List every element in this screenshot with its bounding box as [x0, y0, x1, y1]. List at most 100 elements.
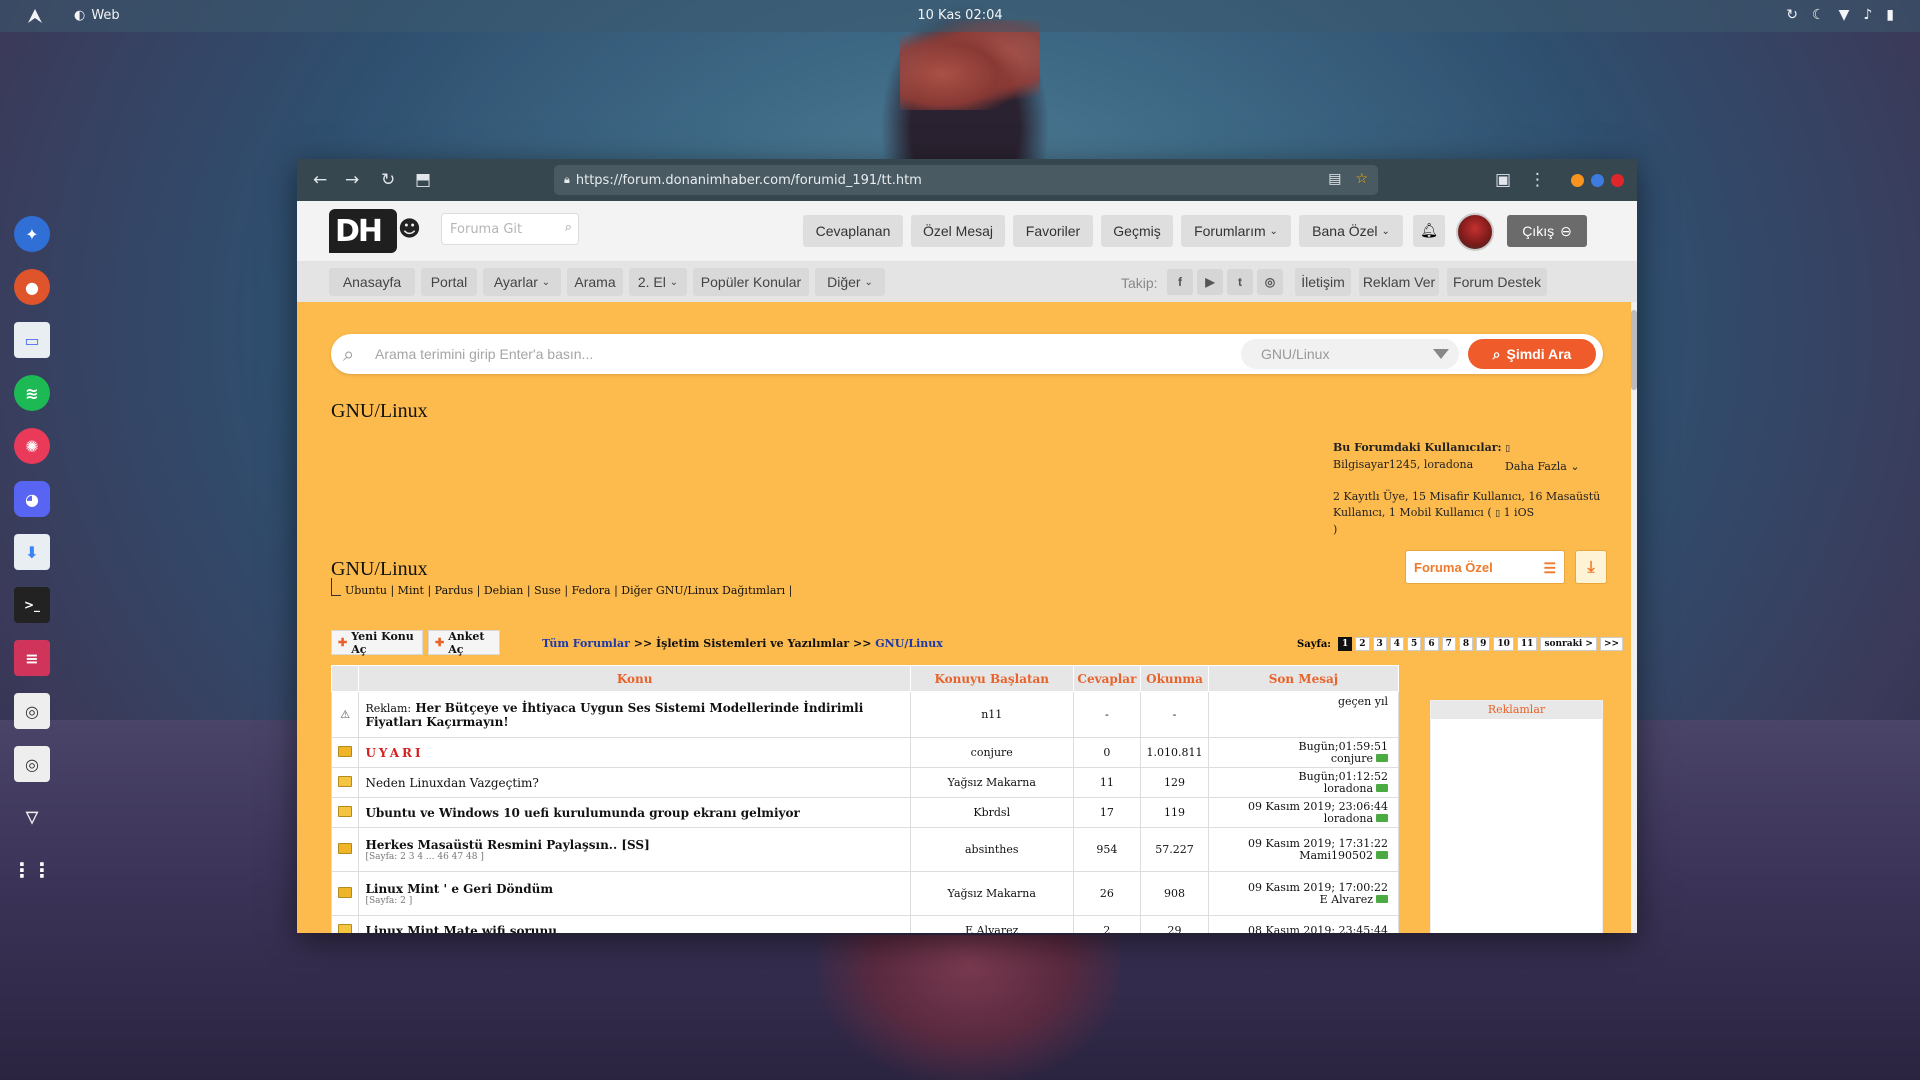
subnav-ikinci-el[interactable]: 2. El ⌄ — [629, 268, 687, 296]
page-link[interactable]: 8 — [1458, 637, 1474, 651]
go-to-post-icon[interactable] — [1376, 753, 1388, 762]
discord-icon[interactable]: ◕ — [14, 481, 50, 517]
reload-icon[interactable]: ↻ — [381, 170, 395, 190]
search-now-button[interactable]: ⌕ Şimdi Ara — [1468, 339, 1596, 369]
subnav-ayarlar[interactable]: Ayarlar ⌄ — [483, 268, 561, 296]
nav-gecmis[interactable]: Geçmiş — [1101, 215, 1173, 247]
main-search-input[interactable]: Arama terimini girip Enter'a basın... — [375, 346, 593, 362]
topic-author[interactable]: E Alvarez — [909, 915, 1074, 933]
forum-special-dropdown[interactable]: Foruma Özel ☰ — [1405, 550, 1565, 584]
topic-author[interactable]: Yağsız Makarna — [909, 767, 1074, 798]
facebook-icon[interactable]: f — [1167, 269, 1193, 295]
logout-button[interactable]: Çıkış ⊖ — [1507, 215, 1587, 247]
crumb-current[interactable]: GNU/Linux — [875, 637, 943, 650]
subnav-reklam-ver[interactable]: Reklam Ver — [1359, 268, 1439, 296]
screenshot-icon[interactable]: ⬒ — [415, 170, 431, 190]
twitter-icon[interactable]: t — [1227, 269, 1253, 295]
last-post-user[interactable]: Mami190502 — [1299, 849, 1373, 862]
subnav-populer-konular[interactable]: Popüler Konular — [693, 268, 809, 296]
subnav-arama[interactable]: Arama — [567, 268, 623, 296]
new-poll-button[interactable]: ✚ Anket Aç — [428, 630, 500, 656]
topic-pages[interactable]: [Sayfa: 2 3 4 ... 46 47 48 ] — [365, 852, 903, 862]
topic-title[interactable]: Linux Mint ' e Geri Döndüm — [365, 882, 553, 896]
volume-icon[interactable]: ♪ — [1863, 7, 1872, 23]
system-tray[interactable]: ↻ ☾ ▼ ♪ ▮ — [1786, 7, 1894, 23]
topic-title[interactable]: Ubuntu ve Windows 10 uefi kurulumunda gr… — [358, 797, 911, 828]
crumb-os-software[interactable]: İşletim Sistemleri ve Yazılımlar — [656, 637, 849, 650]
last-post-user[interactable]: conjure — [1331, 752, 1373, 765]
page-link[interactable]: 2 — [1355, 637, 1370, 651]
desktop-icon[interactable]: ▭ — [14, 322, 50, 358]
header-cevaplar[interactable]: Cevaplar — [1072, 665, 1142, 692]
page-link[interactable]: 5 — [1407, 637, 1422, 651]
page-link[interactable]: 6 — [1424, 637, 1439, 651]
youtube-icon[interactable]: ▶ — [1197, 269, 1223, 295]
page-link[interactable]: 11 — [1516, 637, 1538, 651]
nav-favoriler[interactable]: Favoriler — [1013, 215, 1093, 247]
topic-title[interactable]: UYARI — [358, 737, 911, 768]
dh-logo[interactable]: DH — [329, 209, 397, 253]
forward-icon[interactable]: → — [345, 170, 359, 190]
back-icon[interactable]: ← — [313, 170, 327, 190]
subforum-links[interactable]: Ubuntu | Mint | Pardus | Debian | Suse |… — [331, 578, 792, 597]
url-bar[interactable]: 🔒︎ https://forum.donanimhaber.com/forumi… — [554, 165, 1378, 195]
last-page-link[interactable]: >> — [1599, 637, 1624, 651]
camera-icon-2[interactable]: ◎ — [14, 746, 50, 782]
topic-author[interactable]: n11 — [909, 691, 1074, 738]
terminal-icon[interactable]: >_ — [14, 587, 50, 623]
subnav-iletisim[interactable]: İletişim — [1295, 268, 1351, 296]
search-scope-select[interactable]: GNU/Linux — [1241, 339, 1459, 369]
last-post-user[interactable]: E Alvarez — [1320, 893, 1373, 906]
software-center-icon[interactable]: ⬇ — [14, 534, 50, 570]
maximize-button[interactable] — [1591, 174, 1604, 187]
notes-icon[interactable]: ≡ — [14, 640, 50, 676]
last-post-user[interactable]: loradona — [1324, 812, 1373, 825]
pinwheel-icon[interactable]: ✺ — [14, 428, 50, 464]
page-link[interactable]: 3 — [1372, 637, 1387, 651]
new-topic-button[interactable]: ✚ Yeni Konu Aç — [331, 630, 423, 656]
more-users-link[interactable]: Daha Fazla ⌄ — [1505, 460, 1580, 473]
avatar[interactable] — [1456, 213, 1494, 251]
scrollbar-thumb[interactable] — [1631, 310, 1637, 390]
go-to-post-icon[interactable] — [1376, 783, 1388, 792]
instagram-icon[interactable]: ◎ — [1257, 269, 1283, 295]
page-scrollbar[interactable] — [1631, 302, 1637, 933]
menu-icon[interactable]: ⋮ — [1529, 170, 1546, 190]
nav-cevaplanan[interactable]: Cevaplanan — [803, 215, 903, 247]
spotify-icon[interactable]: ≋ — [14, 375, 50, 411]
crumb-all-forums[interactable]: Tüm Forumlar — [542, 637, 630, 650]
night-light-icon[interactable]: ☾ — [1812, 7, 1825, 23]
page-link[interactable]: 1 — [1337, 637, 1353, 651]
subnav-portal[interactable]: Portal — [421, 268, 477, 296]
nav-forumlarim[interactable]: Forumlarım ⌄ — [1181, 215, 1291, 247]
page-link[interactable]: 10 — [1493, 637, 1514, 651]
page-link[interactable]: 7 — [1441, 637, 1456, 651]
topic-author[interactable]: Yağsız Makarna — [909, 871, 1074, 916]
forum-go-input[interactable]: Foruma Git ⌕ — [441, 213, 579, 245]
header-konu[interactable]: Konu — [358, 665, 911, 692]
topic-title[interactable]: Linux Mint Mate wifi sorunu — [358, 915, 911, 933]
camera-icon[interactable]: ◎ — [14, 693, 50, 729]
bell-icon[interactable]: 🔔︎ — [1413, 215, 1445, 247]
go-to-post-icon[interactable] — [1376, 850, 1388, 859]
page-link[interactable]: 4 — [1389, 637, 1405, 651]
trash-icon[interactable]: ▿ — [14, 799, 50, 835]
wifi-icon[interactable]: ▼ — [1839, 7, 1850, 23]
clock[interactable]: 10 Kas 02:04 — [0, 8, 1920, 23]
last-post-user[interactable]: loradona — [1324, 782, 1373, 795]
go-to-post-icon[interactable] — [1376, 813, 1388, 822]
search-icon[interactable]: ⌕ — [565, 220, 572, 235]
topic-title[interactable]: Her Bütçeye ve İhtiyaca Uygun Ses Sistem… — [365, 701, 863, 729]
nav-bana-ozel[interactable]: Bana Özel ⌄ — [1299, 215, 1403, 247]
app-grid-icon[interactable]: ⋮⋮ — [12, 852, 52, 888]
next-page-link[interactable]: sonraki > — [1540, 637, 1597, 651]
topic-author[interactable]: Kbrdsl — [909, 797, 1074, 828]
topic-pages[interactable]: [Sayfa: 2 ] — [365, 896, 903, 906]
reader-mode-icon[interactable]: ▤ — [1328, 171, 1341, 187]
topic-title[interactable]: Herkes Masaüstü Resmini Paylaşsın.. [SS] — [365, 838, 649, 852]
bookmark-star-icon[interactable]: ☆ — [1355, 171, 1368, 187]
topic-author[interactable]: absinthes — [909, 827, 1074, 872]
header-son-mesaj[interactable]: Son Mesaj — [1207, 665, 1400, 692]
extensions-icon[interactable]: ▣ — [1495, 170, 1511, 190]
close-button[interactable] — [1611, 174, 1624, 187]
